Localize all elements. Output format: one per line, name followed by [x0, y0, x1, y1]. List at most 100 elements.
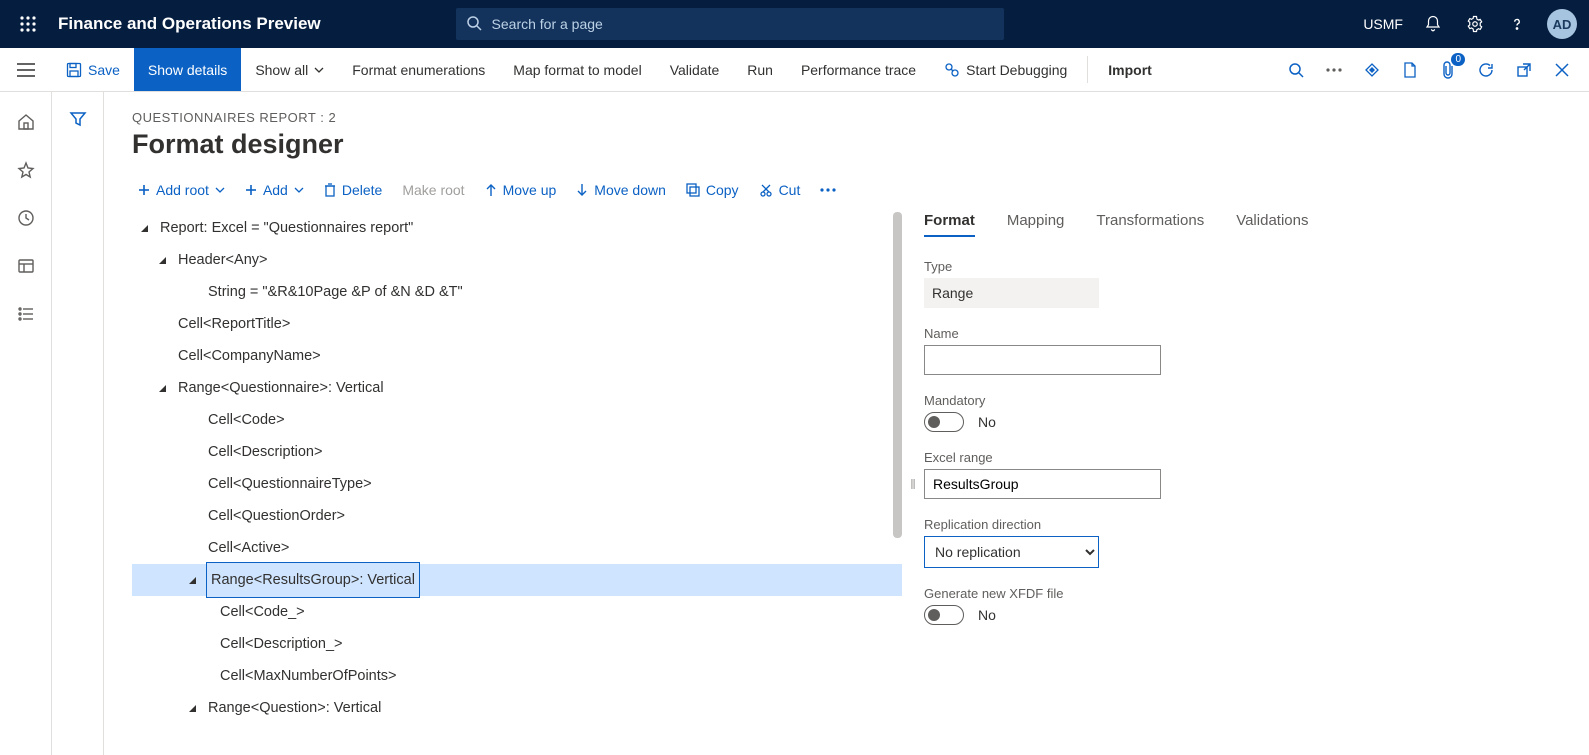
node-description[interactable]: Cell<Description> [132, 436, 902, 468]
node-question[interactable]: Range<Question>: Vertical [132, 692, 902, 724]
avatar[interactable]: AD [1547, 9, 1577, 39]
workspaces-icon[interactable] [14, 254, 38, 278]
label-type: Type [924, 259, 1551, 274]
validate-button[interactable]: Validate [656, 48, 734, 91]
tree-arrow-icon[interactable] [188, 576, 206, 585]
filter-column [52, 92, 104, 755]
node-qtype[interactable]: Cell<QuestionnaireType> [132, 468, 902, 500]
field-type: Type Range [924, 259, 1551, 308]
toggle-mandatory[interactable] [924, 412, 964, 432]
close-icon[interactable] [1551, 59, 1573, 81]
gear-icon[interactable] [1463, 12, 1487, 36]
popout-icon[interactable] [1513, 59, 1535, 81]
tab-format[interactable]: Format [924, 212, 975, 237]
filter-icon[interactable] [69, 110, 87, 755]
node-string[interactable]: String = "&R&10Page &P of &N &D &T" [132, 276, 902, 308]
toggle-xfdf[interactable] [924, 605, 964, 625]
favorites-icon[interactable] [14, 158, 38, 182]
attachments-icon[interactable]: 0 [1437, 59, 1459, 81]
field-xfdf: Generate new XFDF file No [924, 586, 1551, 625]
home-icon[interactable] [14, 110, 38, 134]
cut-button[interactable]: Cut [759, 182, 801, 198]
options-icon[interactable] [1361, 59, 1383, 81]
search-input[interactable] [456, 8, 1004, 40]
tree-node-label: String = "&R&10Page &P of &N &D &T" [206, 275, 465, 309]
select-replication[interactable]: No replication [924, 536, 1099, 568]
splitter-handle[interactable]: ‖ [902, 212, 924, 755]
performance-trace-button[interactable]: Performance trace [787, 48, 930, 91]
scrollbar[interactable] [893, 212, 902, 538]
global-search [456, 8, 1004, 40]
move-up-button[interactable]: Move up [485, 182, 557, 198]
command-bar: Save Show details Show all Format enumer… [0, 48, 1589, 92]
map-format-to-model-button[interactable]: Map format to model [499, 48, 655, 91]
tab-validations[interactable]: Validations [1236, 212, 1308, 237]
field-name: Name [924, 326, 1551, 375]
tree-node-label: Report: Excel = "Questionnaires report" [158, 212, 415, 245]
node-reporttitle[interactable]: Cell<ReportTitle> [132, 308, 902, 340]
node-code[interactable]: Cell<Code> [132, 404, 902, 436]
tree-node-label: Cell<QuestionnaireType> [206, 467, 374, 501]
tree-node-label: Cell<Code_> [218, 595, 307, 629]
tree-arrow-icon[interactable] [158, 384, 176, 393]
node-desc2[interactable]: Cell<Description_> [132, 628, 902, 660]
save-button[interactable]: Save [52, 48, 134, 91]
company-code[interactable]: USMF [1363, 16, 1403, 32]
delete-button[interactable]: Delete [324, 182, 382, 198]
node-qorder[interactable]: Cell<QuestionOrder> [132, 500, 902, 532]
tree-node-label: Cell<Description_> [218, 627, 345, 661]
tree-arrow-icon[interactable] [188, 704, 206, 713]
show-all-label: Show all [255, 62, 308, 78]
move-down-button[interactable]: Move down [576, 182, 666, 198]
show-all-button[interactable]: Show all [241, 48, 338, 91]
tree-arrow-icon[interactable] [140, 224, 158, 233]
notifications-icon[interactable] [1421, 12, 1445, 36]
tree-node-label: Cell<QuestionOrder> [206, 499, 347, 533]
app-title: Finance and Operations Preview [58, 14, 321, 34]
node-code2[interactable]: Cell<Code_> [132, 596, 902, 628]
search-icon [466, 15, 482, 31]
tree-node-label: Cell<MaxNumberOfPoints> [218, 659, 399, 693]
tree-arrow-icon[interactable] [158, 256, 176, 265]
label-excel-range: Excel range [924, 450, 1551, 465]
show-details-button[interactable]: Show details [134, 48, 241, 91]
chevron-down-icon [294, 187, 304, 193]
node-active[interactable]: Cell<Active> [132, 532, 902, 564]
refresh-icon[interactable] [1475, 59, 1497, 81]
app-launcher-icon[interactable] [12, 8, 44, 40]
input-excel-range[interactable] [924, 469, 1161, 499]
more-icon[interactable] [1323, 59, 1345, 81]
node-resultsgroup[interactable]: Range<ResultsGroup>: Vertical [132, 564, 902, 596]
help-icon[interactable] [1505, 12, 1529, 36]
recent-icon[interactable] [14, 206, 38, 230]
start-debugging-button[interactable]: Start Debugging [930, 48, 1081, 91]
find-icon[interactable] [1285, 59, 1307, 81]
node-maxpoints[interactable]: Cell<MaxNumberOfPoints> [132, 660, 902, 692]
node-report[interactable]: Report: Excel = "Questionnaires report" [132, 212, 902, 244]
node-questionnaire[interactable]: Range<Questionnaire>: Vertical [132, 372, 902, 404]
tree-node-label: Cell<Active> [206, 531, 291, 565]
node-companyname[interactable]: Cell<CompanyName> [132, 340, 902, 372]
breadcrumb: QUESTIONNAIRES REPORT : 2 [132, 110, 1561, 125]
copy-button[interactable]: Copy [686, 182, 739, 198]
add-button[interactable]: Add [245, 182, 304, 198]
chevron-down-icon [215, 187, 225, 193]
tab-mapping[interactable]: Mapping [1007, 212, 1065, 237]
add-root-button[interactable]: Add root [138, 182, 225, 198]
value-type: Range [924, 278, 1099, 308]
node-header[interactable]: Header<Any> [132, 244, 902, 276]
left-nav-rail [0, 92, 52, 755]
page-icon[interactable] [1399, 59, 1421, 81]
modules-icon[interactable] [14, 302, 38, 326]
format-enumerations-button[interactable]: Format enumerations [338, 48, 499, 91]
tab-transformations[interactable]: Transformations [1096, 212, 1204, 237]
attachments-badge: 0 [1451, 53, 1465, 66]
designer-more-icon[interactable] [820, 188, 836, 192]
label-replication: Replication direction [924, 517, 1551, 532]
import-button[interactable]: Import [1094, 48, 1166, 91]
run-button[interactable]: Run [733, 48, 787, 91]
tree-node-label: Cell<ReportTitle> [176, 307, 292, 341]
input-name[interactable] [924, 345, 1161, 375]
properties-pane: Format Mapping Transformations Validatio… [924, 212, 1561, 755]
nav-expand-icon[interactable] [0, 48, 52, 91]
